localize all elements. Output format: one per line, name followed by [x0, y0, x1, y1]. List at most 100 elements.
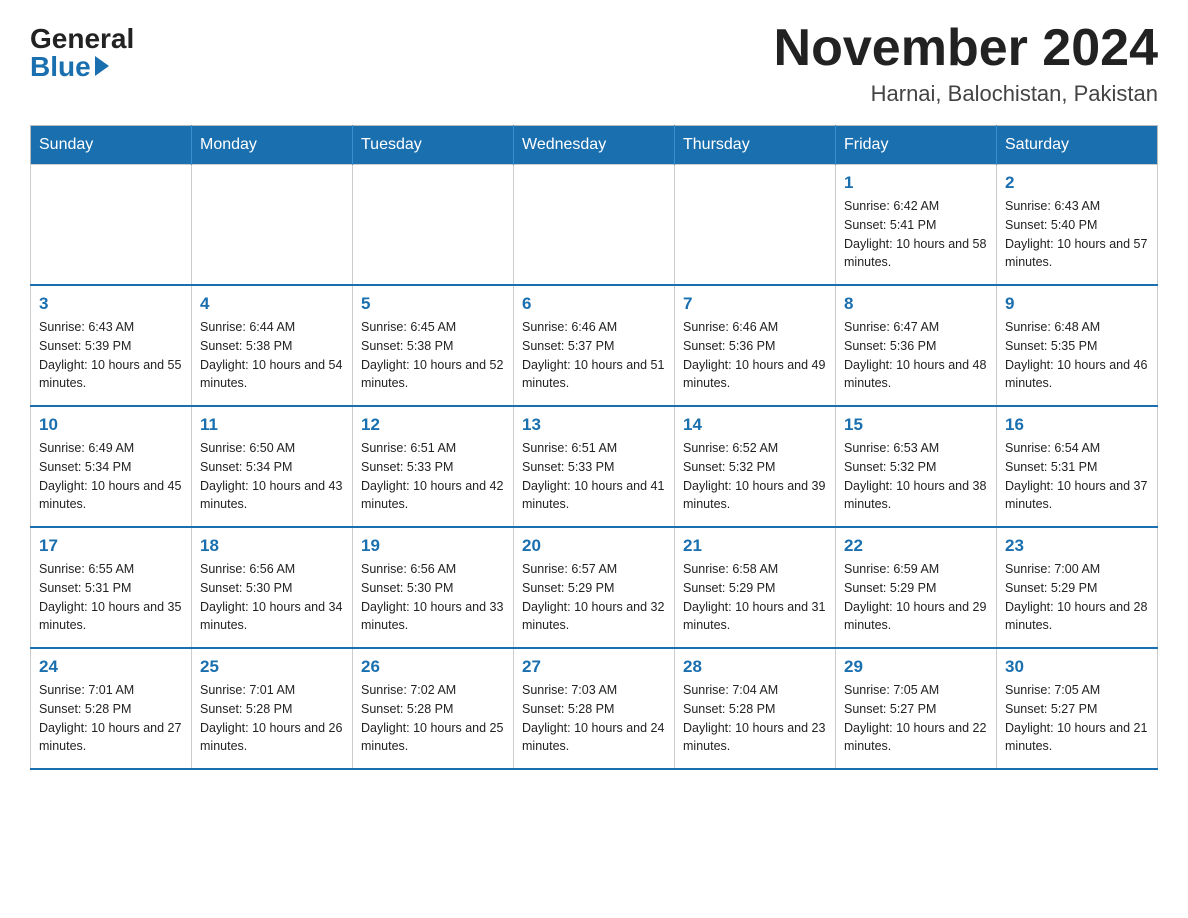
- calendar-week-2: 10Sunrise: 6:49 AMSunset: 5:34 PMDayligh…: [31, 406, 1158, 527]
- cell-sun-info: Sunrise: 7:03 AMSunset: 5:28 PMDaylight:…: [522, 681, 666, 756]
- cell-date-number: 8: [844, 294, 988, 314]
- cell-sun-info: Sunrise: 6:51 AMSunset: 5:33 PMDaylight:…: [361, 439, 505, 514]
- day-header-tuesday: Tuesday: [353, 126, 514, 165]
- cell-sun-info: Sunrise: 6:43 AMSunset: 5:39 PMDaylight:…: [39, 318, 183, 393]
- calendar-cell: 11 Sunrise: 6:50 AMSunset: 5:34 PMDayligh…: [192, 406, 353, 527]
- cell-date-number: 13: [522, 415, 666, 435]
- calendar-cell: 29 Sunrise: 7:05 AMSunset: 5:27 PMDayligh…: [836, 648, 997, 769]
- calendar-cell: 16Sunrise: 6:54 AMSunset: 5:31 PMDayligh…: [997, 406, 1158, 527]
- title-block: November 2024 Harnai, Balochistan, Pakis…: [774, 20, 1158, 107]
- cell-date-number: 9: [1005, 294, 1149, 314]
- day-header-monday: Monday: [192, 126, 353, 165]
- cell-sun-info: Sunrise: 6:50 AMSunset: 5:34 PMDaylight:…: [200, 439, 344, 514]
- cell-date-number: 2: [1005, 173, 1149, 193]
- day-header-friday: Friday: [836, 126, 997, 165]
- cell-sun-info: Sunrise: 6:56 AMSunset: 5:30 PMDaylight:…: [200, 560, 344, 635]
- calendar-cell: 15 Sunrise: 6:53 AMSunset: 5:32 PMDayligh…: [836, 406, 997, 527]
- cell-date-number: 23: [1005, 536, 1149, 556]
- cell-sun-info: Sunrise: 6:45 AMSunset: 5:38 PMDaylight:…: [361, 318, 505, 393]
- logo-blue-text: Blue: [30, 53, 109, 81]
- calendar-cell: 28Sunrise: 7:04 AMSunset: 5:28 PMDayligh…: [675, 648, 836, 769]
- cell-sun-info: Sunrise: 7:01 AMSunset: 5:28 PMDaylight:…: [200, 681, 344, 756]
- calendar-cell: [31, 165, 192, 286]
- cell-date-number: 1: [844, 173, 988, 193]
- calendar-cell: 26 Sunrise: 7:02 AMSunset: 5:28 PMDayligh…: [353, 648, 514, 769]
- cell-sun-info: Sunrise: 7:00 AMSunset: 5:29 PMDaylight:…: [1005, 560, 1149, 635]
- cell-date-number: 6: [522, 294, 666, 314]
- cell-date-number: 24: [39, 657, 183, 677]
- cell-date-number: 17: [39, 536, 183, 556]
- calendar-cell: 30 Sunrise: 7:05 AMSunset: 5:27 PMDayligh…: [997, 648, 1158, 769]
- calendar-title: November 2024: [774, 20, 1158, 77]
- calendar-cell: 23 Sunrise: 7:00 AMSunset: 5:29 PMDayligh…: [997, 527, 1158, 648]
- cell-sun-info: Sunrise: 6:47 AMSunset: 5:36 PMDaylight:…: [844, 318, 988, 393]
- cell-sun-info: Sunrise: 6:51 AMSunset: 5:33 PMDaylight:…: [522, 439, 666, 514]
- calendar-cell: [675, 165, 836, 286]
- page-header: General Blue November 2024 Harnai, Baloc…: [30, 20, 1158, 107]
- calendar-cell: [192, 165, 353, 286]
- calendar-week-0: 1Sunrise: 6:42 AMSunset: 5:41 PMDaylight…: [31, 165, 1158, 286]
- logo: General Blue: [30, 20, 134, 81]
- cell-sun-info: Sunrise: 6:56 AMSunset: 5:30 PMDaylight:…: [361, 560, 505, 635]
- cell-sun-info: Sunrise: 7:05 AMSunset: 5:27 PMDaylight:…: [1005, 681, 1149, 756]
- calendar-body: 1Sunrise: 6:42 AMSunset: 5:41 PMDaylight…: [31, 165, 1158, 770]
- cell-date-number: 30: [1005, 657, 1149, 677]
- calendar-week-3: 17 Sunrise: 6:55 AMSunset: 5:31 PMDayligh…: [31, 527, 1158, 648]
- day-header-sunday: Sunday: [31, 126, 192, 165]
- calendar-cell: [514, 165, 675, 286]
- calendar-cell: 6 Sunrise: 6:46 AMSunset: 5:37 PMDaylight…: [514, 285, 675, 406]
- calendar-cell: 19 Sunrise: 6:56 AMSunset: 5:30 PMDayligh…: [353, 527, 514, 648]
- cell-date-number: 27: [522, 657, 666, 677]
- cell-sun-info: Sunrise: 6:43 AMSunset: 5:40 PMDaylight:…: [1005, 197, 1149, 272]
- calendar-week-1: 3 Sunrise: 6:43 AMSunset: 5:39 PMDaylight…: [31, 285, 1158, 406]
- calendar-cell: 8 Sunrise: 6:47 AMSunset: 5:36 PMDaylight…: [836, 285, 997, 406]
- calendar-cell: 4 Sunrise: 6:44 AMSunset: 5:38 PMDaylight…: [192, 285, 353, 406]
- calendar-table: SundayMondayTuesdayWednesdayThursdayFrid…: [30, 125, 1158, 770]
- cell-sun-info: Sunrise: 7:02 AMSunset: 5:28 PMDaylight:…: [361, 681, 505, 756]
- calendar-cell: 5Sunrise: 6:45 AMSunset: 5:38 PMDaylight…: [353, 285, 514, 406]
- cell-date-number: 18: [200, 536, 344, 556]
- calendar-cell: 20Sunrise: 6:57 AMSunset: 5:29 PMDayligh…: [514, 527, 675, 648]
- cell-sun-info: Sunrise: 6:53 AMSunset: 5:32 PMDaylight:…: [844, 439, 988, 514]
- cell-sun-info: Sunrise: 6:49 AMSunset: 5:34 PMDaylight:…: [39, 439, 183, 514]
- calendar-cell: 17 Sunrise: 6:55 AMSunset: 5:31 PMDayligh…: [31, 527, 192, 648]
- cell-sun-info: Sunrise: 6:46 AMSunset: 5:37 PMDaylight:…: [522, 318, 666, 393]
- cell-date-number: 25: [200, 657, 344, 677]
- calendar-cell: 25 Sunrise: 7:01 AMSunset: 5:28 PMDayligh…: [192, 648, 353, 769]
- cell-sun-info: Sunrise: 6:58 AMSunset: 5:29 PMDaylight:…: [683, 560, 827, 635]
- cell-sun-info: Sunrise: 7:01 AMSunset: 5:28 PMDaylight:…: [39, 681, 183, 756]
- calendar-header: SundayMondayTuesdayWednesdayThursdayFrid…: [31, 126, 1158, 165]
- cell-sun-info: Sunrise: 7:05 AMSunset: 5:27 PMDaylight:…: [844, 681, 988, 756]
- day-header-wednesday: Wednesday: [514, 126, 675, 165]
- calendar-cell: 9 Sunrise: 6:48 AMSunset: 5:35 PMDaylight…: [997, 285, 1158, 406]
- cell-date-number: 7: [683, 294, 827, 314]
- calendar-cell: 10Sunrise: 6:49 AMSunset: 5:34 PMDayligh…: [31, 406, 192, 527]
- cell-date-number: 29: [844, 657, 988, 677]
- calendar-cell: 21Sunrise: 6:58 AMSunset: 5:29 PMDayligh…: [675, 527, 836, 648]
- logo-triangle-icon: [95, 56, 109, 76]
- cell-date-number: 26: [361, 657, 505, 677]
- cell-sun-info: Sunrise: 6:59 AMSunset: 5:29 PMDaylight:…: [844, 560, 988, 635]
- cell-date-number: 19: [361, 536, 505, 556]
- calendar-cell: 27 Sunrise: 7:03 AMSunset: 5:28 PMDayligh…: [514, 648, 675, 769]
- cell-sun-info: Sunrise: 6:54 AMSunset: 5:31 PMDaylight:…: [1005, 439, 1149, 514]
- calendar-cell: 1Sunrise: 6:42 AMSunset: 5:41 PMDaylight…: [836, 165, 997, 286]
- calendar-cell: 18 Sunrise: 6:56 AMSunset: 5:30 PMDayligh…: [192, 527, 353, 648]
- cell-date-number: 11: [200, 415, 344, 435]
- cell-sun-info: Sunrise: 6:57 AMSunset: 5:29 PMDaylight:…: [522, 560, 666, 635]
- day-header-saturday: Saturday: [997, 126, 1158, 165]
- calendar-cell: 12 Sunrise: 6:51 AMSunset: 5:33 PMDayligh…: [353, 406, 514, 527]
- cell-sun-info: Sunrise: 6:55 AMSunset: 5:31 PMDaylight:…: [39, 560, 183, 635]
- cell-sun-info: Sunrise: 6:48 AMSunset: 5:35 PMDaylight:…: [1005, 318, 1149, 393]
- calendar-cell: 13 Sunrise: 6:51 AMSunset: 5:33 PMDayligh…: [514, 406, 675, 527]
- cell-date-number: 15: [844, 415, 988, 435]
- calendar-cell: 24 Sunrise: 7:01 AMSunset: 5:28 PMDayligh…: [31, 648, 192, 769]
- cell-date-number: 4: [200, 294, 344, 314]
- calendar-cell: 22Sunrise: 6:59 AMSunset: 5:29 PMDayligh…: [836, 527, 997, 648]
- day-header-row: SundayMondayTuesdayWednesdayThursdayFrid…: [31, 126, 1158, 165]
- calendar-cell: 14Sunrise: 6:52 AMSunset: 5:32 PMDayligh…: [675, 406, 836, 527]
- logo-general-text: General: [30, 25, 134, 53]
- cell-date-number: 12: [361, 415, 505, 435]
- cell-sun-info: Sunrise: 6:44 AMSunset: 5:38 PMDaylight:…: [200, 318, 344, 393]
- cell-date-number: 3: [39, 294, 183, 314]
